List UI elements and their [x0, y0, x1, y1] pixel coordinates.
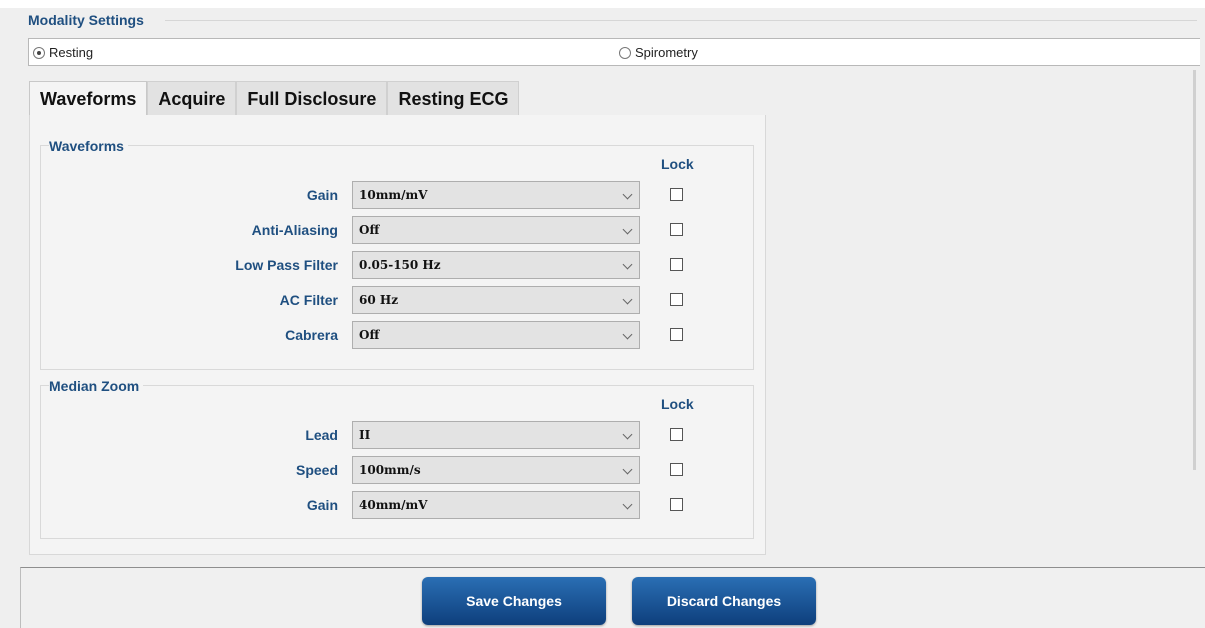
setting-label: Gain: [306, 187, 338, 203]
tab-acquire[interactable]: Acquire: [147, 81, 237, 116]
setting-label: Low Pass Filter: [235, 257, 338, 273]
select-value: 10mm/mV: [359, 188, 428, 202]
radio-checked-icon[interactable]: [33, 46, 45, 59]
setting-label: Gain: [306, 497, 338, 513]
chevron-down-icon: [622, 464, 633, 475]
setting-label: Cabrera: [285, 327, 338, 343]
modality-radio-group: Resting Spirometry: [28, 38, 1200, 66]
anti-aliasing-select[interactable]: Off: [352, 216, 640, 244]
setting-row-anti-aliasing: Anti-Aliasing Off: [41, 216, 753, 244]
median-zoom-group: Median Zoom Lock Lead II Speed 100mm/s G…: [40, 378, 754, 539]
lock-checkbox[interactable]: [670, 258, 683, 271]
tab-resting-ecg[interactable]: Resting ECG: [387, 81, 520, 116]
select-value: 40mm/mV: [359, 498, 428, 512]
tab-full-disclosure[interactable]: Full Disclosure: [236, 81, 388, 116]
chevron-down-icon: [622, 189, 633, 200]
waveforms-tab-panel: Waveforms Lock Gain 10mm/mV Anti-Aliasin…: [29, 115, 766, 555]
chevron-down-icon: [622, 429, 633, 440]
tab-waveforms[interactable]: Waveforms: [29, 81, 148, 116]
select-value: 0.05-150 Hz: [359, 258, 441, 272]
setting-label: Speed: [295, 462, 338, 478]
setting-row-low-pass-filter: Low Pass Filter 0.05-150 Hz: [41, 251, 753, 279]
lock-column-header: Lock: [661, 156, 694, 172]
select-value: II: [359, 428, 371, 442]
waveforms-group-title: Waveforms: [49, 138, 128, 154]
select-value: 60 Hz: [359, 293, 399, 307]
setting-row-cabrera: Cabrera Off: [41, 321, 753, 349]
gain-select[interactable]: 10mm/mV: [352, 181, 640, 209]
ac-filter-select[interactable]: 60 Hz: [352, 286, 640, 314]
action-footer: Save Changes Discard Changes: [20, 567, 1205, 628]
median-zoom-group-title: Median Zoom: [49, 378, 144, 394]
lock-checkbox[interactable]: [670, 498, 683, 511]
low-pass-filter-select[interactable]: 0.05-150 Hz: [352, 251, 640, 279]
setting-label: Lead: [305, 427, 338, 443]
select-value: Off: [359, 223, 380, 237]
radio-spirometry[interactable]: Spirometry: [619, 45, 698, 60]
setting-row-lead: Lead II: [41, 421, 753, 449]
waveforms-group: Waveforms Lock Gain 10mm/mV Anti-Aliasin…: [40, 138, 754, 370]
lock-checkbox[interactable]: [670, 428, 683, 441]
setting-label: AC Filter: [279, 292, 338, 308]
setting-row-median-gain: Gain 40mm/mV: [41, 491, 753, 519]
chevron-down-icon: [622, 294, 633, 305]
lock-checkbox[interactable]: [670, 328, 683, 341]
setting-row-gain: Gain 10mm/mV: [41, 181, 753, 209]
radio-spirometry-label: Spirometry: [635, 45, 698, 60]
modality-divider: [165, 20, 1197, 21]
setting-label: Anti-Aliasing: [251, 222, 338, 238]
radio-resting-label: Resting: [49, 45, 94, 60]
lock-checkbox[interactable]: [670, 188, 683, 201]
lead-select[interactable]: II: [352, 421, 640, 449]
radio-unchecked-icon[interactable]: [619, 46, 631, 59]
chevron-down-icon: [622, 499, 633, 510]
header-strip: [0, 0, 1205, 8]
lock-checkbox[interactable]: [670, 223, 683, 236]
discard-changes-button[interactable]: Discard Changes: [632, 577, 816, 625]
speed-select[interactable]: 100mm/s: [352, 456, 640, 484]
median-gain-select[interactable]: 40mm/mV: [352, 491, 640, 519]
select-value: 100mm/s: [359, 463, 421, 477]
radio-resting[interactable]: Resting: [33, 45, 93, 60]
chevron-down-icon: [622, 329, 633, 340]
lock-checkbox[interactable]: [670, 463, 683, 476]
lock-checkbox[interactable]: [670, 293, 683, 306]
save-changes-button[interactable]: Save Changes: [422, 577, 606, 625]
setting-row-speed: Speed 100mm/s: [41, 456, 753, 484]
select-value: Off: [359, 328, 380, 342]
settings-tabs: Waveforms Acquire Full Disclosure Restin…: [29, 81, 520, 116]
cabrera-select[interactable]: Off: [352, 321, 640, 349]
vertical-scrollbar[interactable]: [1193, 70, 1196, 470]
lock-column-header: Lock: [661, 396, 694, 412]
setting-row-ac-filter: AC Filter 60 Hz: [41, 286, 753, 314]
modality-settings-title: Modality Settings: [28, 12, 148, 28]
chevron-down-icon: [622, 224, 633, 235]
chevron-down-icon: [622, 259, 633, 270]
